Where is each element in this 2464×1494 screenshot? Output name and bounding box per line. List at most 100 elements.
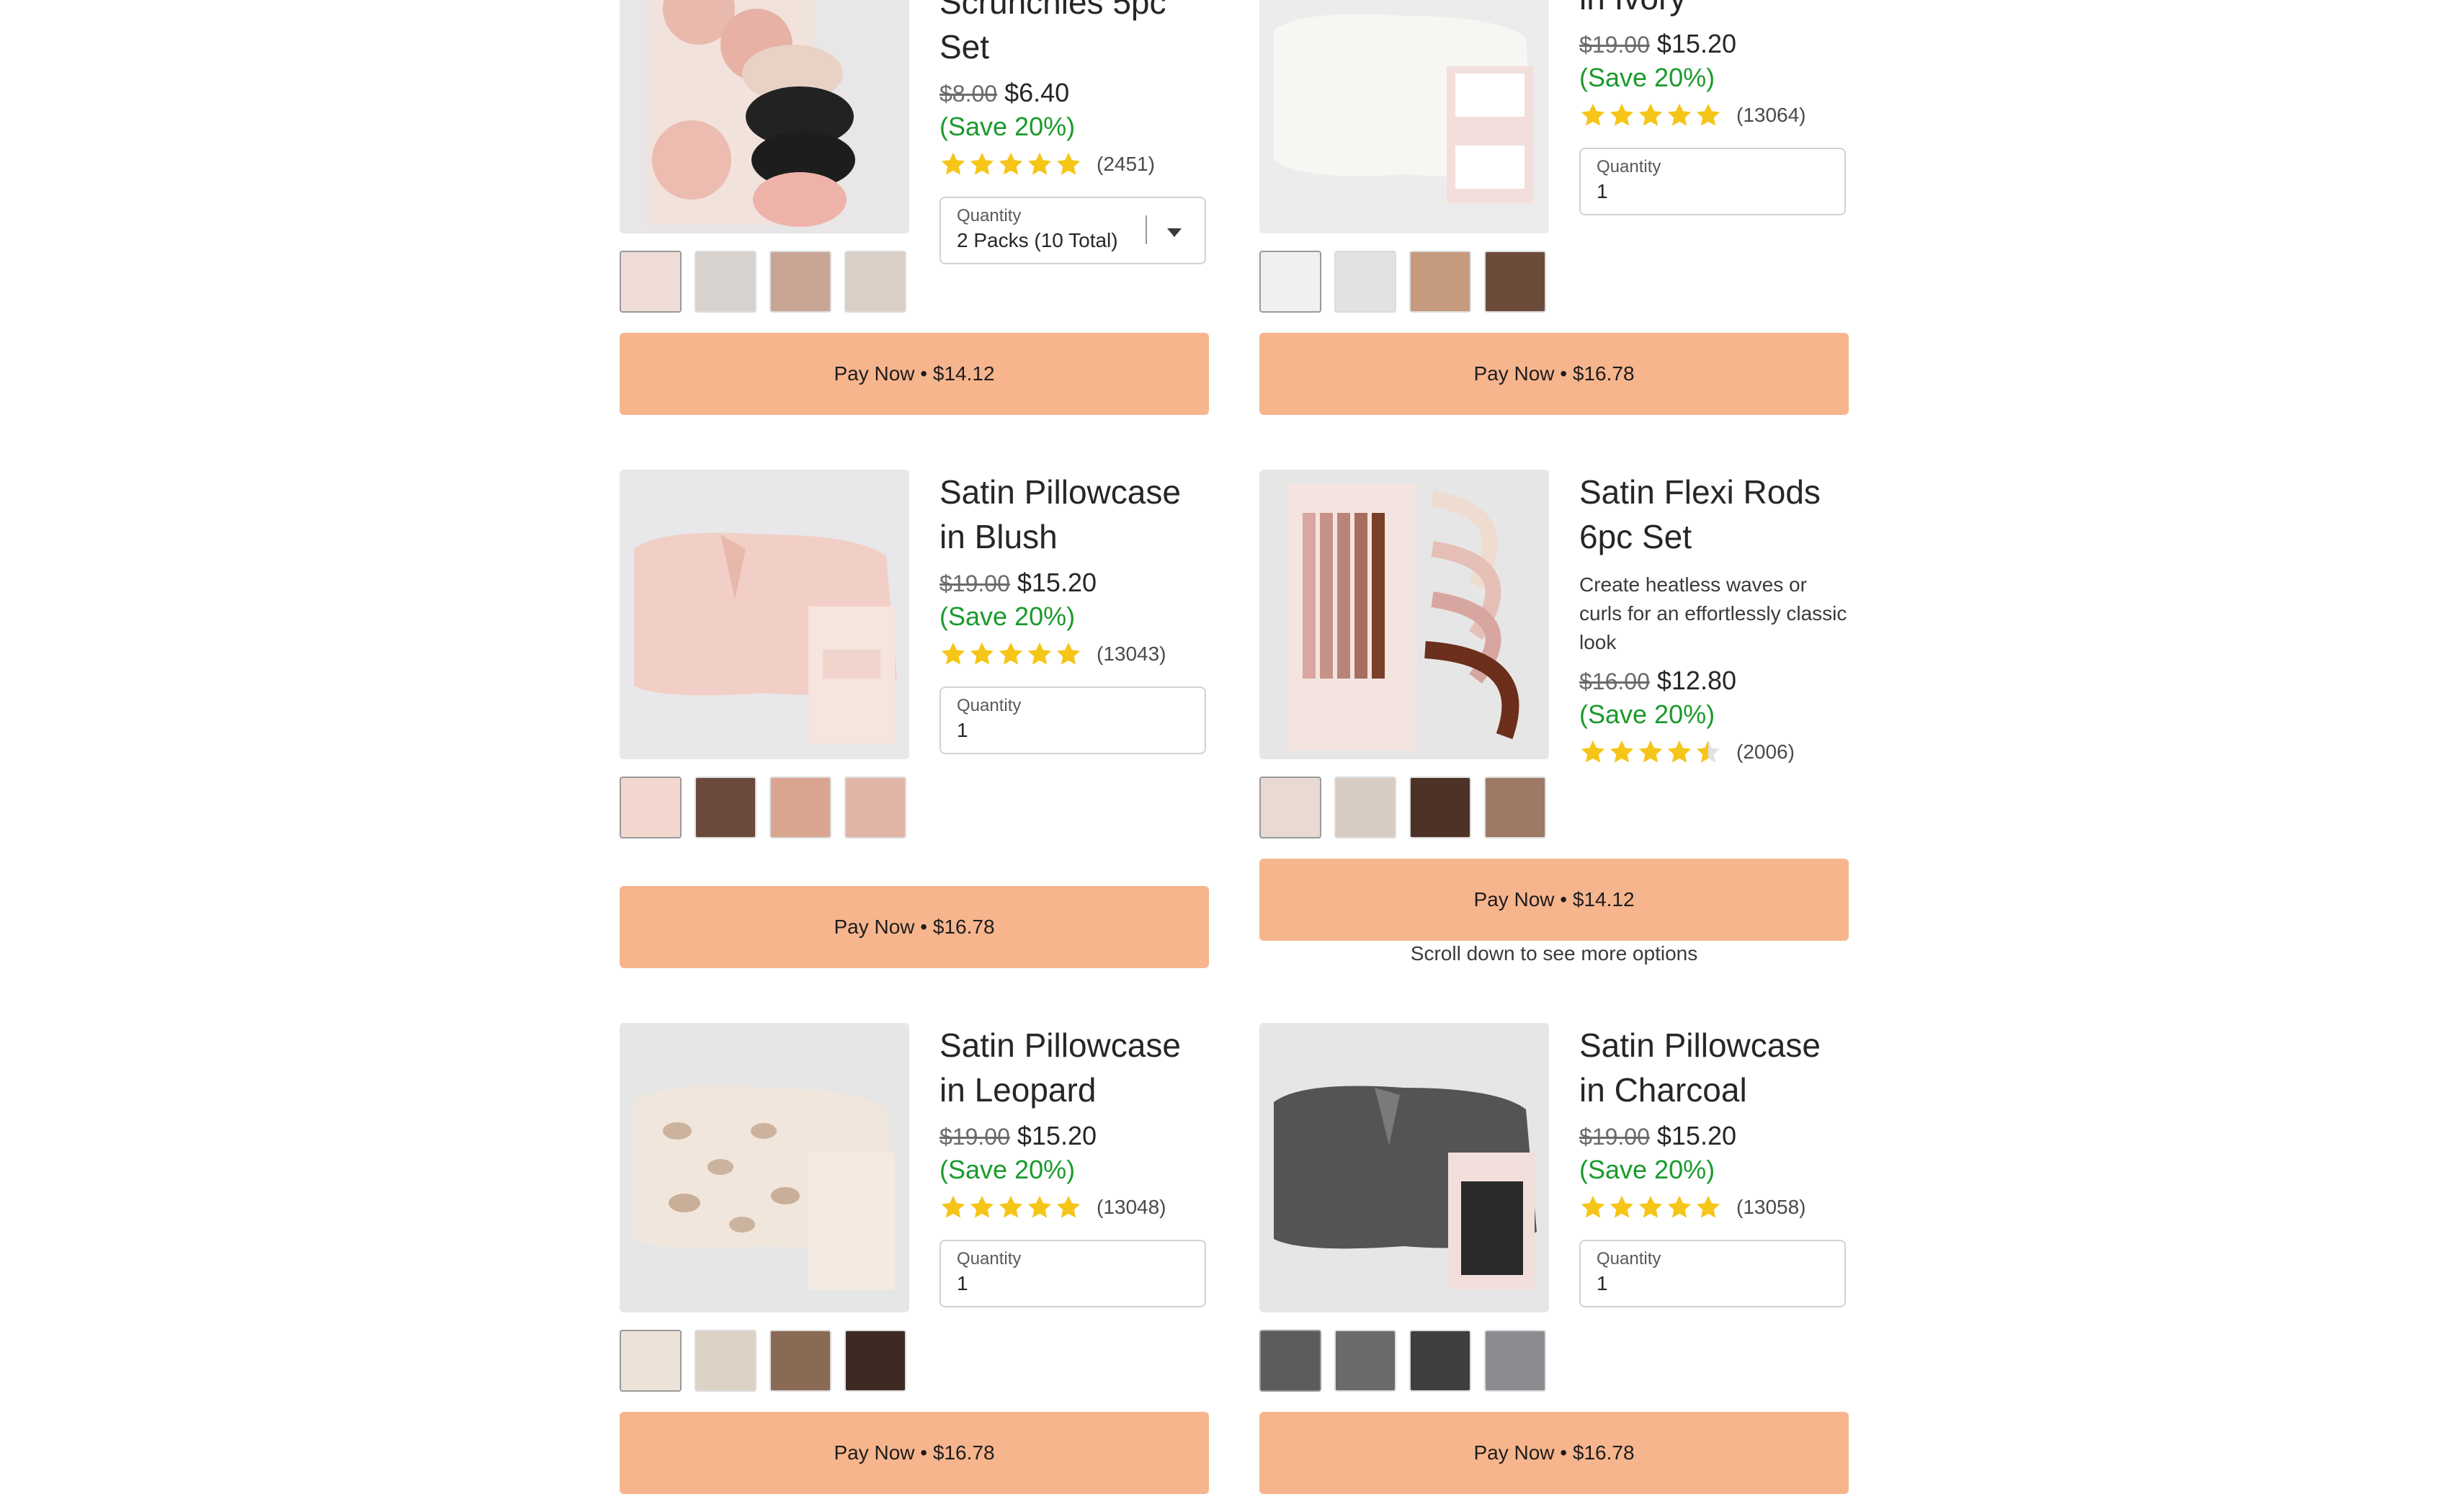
product-media <box>1259 0 1549 313</box>
thumbnail[interactable] <box>1484 251 1546 313</box>
thumbnail[interactable] <box>695 1330 756 1392</box>
product-info: Satin Flexi Rods 6pc Set Create heatless… <box>1579 470 1849 769</box>
price-row: $16.00 $12.80 <box>1579 664 1849 698</box>
star-icon <box>1696 740 1720 763</box>
product-title[interactable]: Satin Pillowcase in Charcoal <box>1579 1023 1849 1112</box>
quantity-value: 1 <box>957 1272 968 1294</box>
thumbnail[interactable] <box>844 251 906 313</box>
product-hero-image[interactable] <box>620 0 909 233</box>
pay-now-button[interactable]: Pay Now • $16.78 <box>1259 1412 1849 1494</box>
thumbnail[interactable] <box>620 1330 682 1392</box>
product-media <box>1259 1023 1549 1392</box>
price-row: $8.00 $6.40 <box>939 76 1209 110</box>
thumbnail[interactable] <box>1334 1330 1396 1392</box>
thumbnail[interactable] <box>1259 1330 1321 1392</box>
chevron-down-icon <box>1167 228 1182 237</box>
thumbnail-strip <box>620 1330 906 1392</box>
pay-now-button[interactable]: Pay Now • $16.78 <box>1259 333 1849 415</box>
product-info: Scrunchies 5pc Set $8.00 $6.40 (Save 20%)… <box>939 0 1209 264</box>
star-icon <box>1581 1195 1605 1218</box>
product-title[interactable]: Satin Pillowcase in Leopard <box>939 1023 1209 1112</box>
product-title[interactable]: Satin Pillowcase in Blush <box>939 470 1209 559</box>
thumbnail[interactable] <box>620 251 682 313</box>
thumbnail[interactable] <box>1409 777 1471 838</box>
product-media <box>620 1023 909 1392</box>
quantity-select[interactable]: Quantity 2 Packs (10 Total) <box>939 197 1206 264</box>
star-icon <box>1667 1195 1692 1218</box>
star-rating <box>1579 1194 1722 1221</box>
star-icon <box>970 152 994 175</box>
pay-now-button[interactable]: Pay Now • $16.78 <box>620 1412 1209 1494</box>
product-info: in Ivory $19.00$15.20 (Save 20%) (13064)… <box>1579 0 1849 215</box>
save-badge: (Save 20%) <box>1579 63 1715 92</box>
product-title[interactable]: Scrunchies 5pc Set <box>939 0 1184 69</box>
quantity-input[interactable]: Quantity 1 <box>1579 148 1846 215</box>
thumbnail[interactable] <box>620 777 682 838</box>
review-count: (13064) <box>1736 104 1806 126</box>
review-count: (13048) <box>1097 1196 1166 1218</box>
product-title[interactable]: Satin Flexi Rods 6pc Set <box>1579 470 1849 559</box>
thumbnail[interactable] <box>769 777 831 838</box>
thumbnail[interactable] <box>769 251 831 313</box>
thumbnail-strip <box>1259 251 1546 313</box>
product-hero-image[interactable] <box>620 470 909 759</box>
thumbnail[interactable] <box>1334 251 1396 313</box>
rating[interactable]: (13048) <box>939 1191 1209 1224</box>
product-hero-image[interactable] <box>1259 0 1549 233</box>
compare-price: $19.00 <box>939 1124 1010 1150</box>
pillowcase-image <box>634 1086 897 1289</box>
thumbnail[interactable] <box>1484 777 1546 838</box>
scroll-hint: Scroll down to see more options <box>1410 942 1698 965</box>
thumbnail[interactable] <box>695 777 756 838</box>
sale-price: $12.80 <box>1656 666 1736 695</box>
rating[interactable]: (13058) <box>1579 1191 1849 1224</box>
sale-price: $15.20 <box>1656 1121 1736 1150</box>
star-icon <box>1638 1195 1663 1218</box>
product-media <box>620 470 909 838</box>
thumbnail[interactable] <box>1409 1330 1471 1392</box>
product-title[interactable]: in Ivory <box>1579 0 1849 20</box>
rating[interactable]: (2451) <box>939 148 1209 181</box>
pay-now-button[interactable]: Pay Now • $14.12 <box>1259 859 1849 941</box>
save-badge: (Save 20%) <box>1579 699 1715 729</box>
thumbnail[interactable] <box>1334 777 1396 838</box>
star-icon <box>970 642 994 665</box>
thumbnail[interactable] <box>1259 251 1321 313</box>
product-hero-image[interactable] <box>1259 1023 1549 1312</box>
thumbnail[interactable] <box>769 1330 831 1392</box>
save-badge: (Save 20%) <box>939 1155 1076 1184</box>
product-hero-image[interactable] <box>1259 470 1549 759</box>
star-rating <box>939 1194 1082 1221</box>
compare-price: $19.00 <box>1579 32 1650 58</box>
thumbnail[interactable] <box>844 777 906 838</box>
review-count: (2451) <box>1097 153 1155 175</box>
thumbnail[interactable] <box>844 1330 906 1392</box>
star-icon <box>999 642 1023 665</box>
thumbnail[interactable] <box>695 251 756 313</box>
star-icon <box>1696 103 1720 126</box>
thumbnail[interactable] <box>1409 251 1471 313</box>
thumbnail[interactable] <box>1259 777 1321 838</box>
star-icon <box>941 1195 965 1218</box>
quantity-label: Quantity <box>957 1249 1022 1269</box>
thumbnail[interactable] <box>1484 1330 1546 1392</box>
rating[interactable]: (13043) <box>939 638 1209 671</box>
star-icon <box>1638 103 1663 126</box>
quantity-input[interactable]: Quantity 1 <box>1579 1240 1846 1307</box>
quantity-value: 1 <box>957 719 968 741</box>
pillowcase-image <box>1274 14 1533 203</box>
quantity-value: 1 <box>1597 180 1608 202</box>
scrunchie-box-image <box>648 0 855 227</box>
flexi-rods-image <box>1288 484 1519 751</box>
product-hero-image[interactable] <box>620 1023 909 1312</box>
quantity-input[interactable]: Quantity 1 <box>939 1240 1206 1307</box>
star-icon <box>999 152 1023 175</box>
star-icon <box>1610 1195 1634 1218</box>
rating[interactable]: (13064) <box>1579 99 1849 132</box>
rating[interactable]: (2006) <box>1579 735 1849 769</box>
star-icon <box>1027 1195 1052 1218</box>
pay-now-button[interactable]: Pay Now • $14.12 <box>620 333 1209 415</box>
star-icon <box>1581 103 1605 126</box>
quantity-input[interactable]: Quantity 1 <box>939 686 1206 754</box>
pay-now-button[interactable]: Pay Now • $16.78 <box>620 886 1209 968</box>
